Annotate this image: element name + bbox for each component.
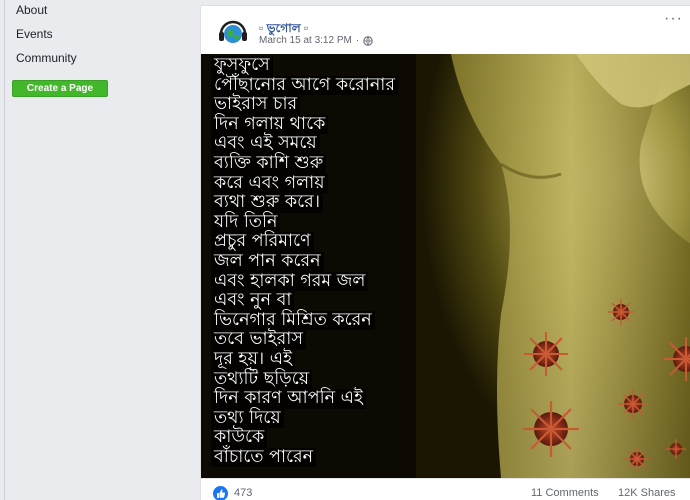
meta-separator: · [355, 35, 360, 46]
image-text-line: দূর হয়। এই [211, 349, 296, 370]
image-text-line: দিন কারণ আপনি এই [211, 388, 367, 409]
post-meta: March 15 at 3:12 PM · [259, 35, 373, 46]
shares-count-link[interactable]: 12K Shares [618, 487, 675, 499]
sidebar-link-about[interactable]: About [16, 3, 47, 17]
sidebar-divider [4, 0, 5, 500]
image-text-line: জল পান করেন [211, 251, 324, 272]
image-text-line: যদি তিনি [211, 212, 281, 233]
image-text-line: তথ্য দিয়ে [211, 408, 284, 429]
image-text-line: তথ্যটি ছড়িয়ে [211, 369, 313, 390]
page-name-text: ভুগোল [266, 21, 301, 35]
image-text-block: ফুসফুসে পৌঁছানোর আগে করোনার ভাইরাস চার দিন … [211, 55, 441, 468]
more-options-button[interactable]: ··· [664, 10, 683, 28]
thumbs-up-icon[interactable] [213, 486, 228, 500]
post-timestamp[interactable]: March 15 at 3:12 PM [259, 35, 352, 46]
image-text-line: পৌঁছানোর আগে করোনার [211, 75, 399, 96]
post-header: ▫ ভুগোল ▫ March 15 at 3:12 PM · ··· [201, 6, 690, 54]
avatar[interactable] [215, 14, 251, 50]
page-name-bullet: ▫ [259, 21, 267, 35]
post-image[interactable]: ফুসফুসে পৌঁছানোর আগে করোনার ভাইরাস চার দিন … [201, 54, 690, 478]
comments-count-link[interactable]: 11 Comments [531, 487, 599, 499]
image-text-line: দিন গলায় থাকে [211, 114, 329, 135]
image-text-line: বাঁচাতে পারেন [211, 447, 317, 468]
create-page-button[interactable]: Create a Page [12, 80, 108, 97]
sidebar-link-events[interactable]: Events [16, 27, 53, 41]
image-text-line: ব্যক্তি কাশি শুরু [211, 153, 327, 174]
image-text-line: এবং হালকা গরম জল [211, 271, 369, 292]
image-text-line: ফুসফুসে [211, 55, 273, 76]
sidebar-link-community[interactable]: Community [16, 51, 77, 65]
image-text-line: এবং এই সময়ে [211, 134, 320, 154]
post-card: ▫ ভুগোল ▫ March 15 at 3:12 PM · ··· ফুসফ… [200, 5, 690, 500]
image-text-line: প্রচুর পরিমাণে [211, 232, 314, 252]
thumbs-up-glyph-icon [217, 489, 226, 498]
image-text-line: ভিনেগার মিশ্রিত করেন [211, 310, 375, 331]
left-sidebar: About Events Community Create a Page [0, 0, 192, 500]
post-footer: 473 11 Comments 12K Shares [201, 478, 690, 500]
headphones-globe-logo-icon [219, 20, 247, 43]
page-name-bullet-end: ▫ [300, 21, 309, 35]
image-text-line: করে এবং গলায় [211, 173, 328, 194]
globe-icon [363, 35, 373, 46]
reaction-count[interactable]: 473 [234, 487, 252, 499]
image-text-line: ব্যথা শুরু করে। [211, 193, 323, 213]
image-text-line: তবে ভাইরাস [211, 330, 306, 350]
image-text-line: কাউকে [211, 428, 268, 448]
image-text-line: ভাইরাস চার [211, 95, 301, 115]
image-text-line: এবং নুন বা [211, 291, 295, 311]
